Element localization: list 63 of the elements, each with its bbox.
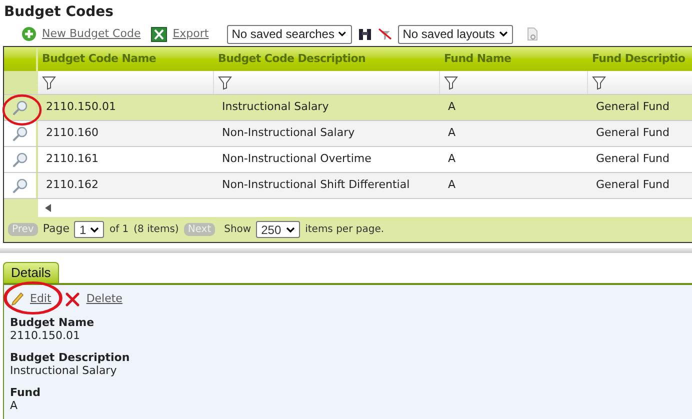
table-row[interactable]: 2110.160 Non-Instructional Salary A General Fund xyxy=(4,121,692,147)
field-label: Budget Name xyxy=(10,316,96,329)
filter-icon[interactable] xyxy=(218,76,232,90)
filter-icon[interactable] xyxy=(444,76,458,90)
delete-icon[interactable] xyxy=(65,292,80,306)
document-icon[interactable] xyxy=(526,27,538,41)
edit-link[interactable]: Edit xyxy=(30,290,52,308)
table-cell-text: General Fund xyxy=(595,151,670,168)
table-row[interactable]: 2110.162 Non-Instructional Shift Differential A General Fund xyxy=(4,173,692,199)
table-cell-text: A xyxy=(447,151,457,168)
saved-layouts-select[interactable]: No saved layouts xyxy=(398,24,513,44)
chevron-down-icon[interactable] xyxy=(286,226,296,232)
saved-searches-select[interactable]: No saved searches xyxy=(226,24,352,44)
table-cell-text: 2110.162 xyxy=(45,177,100,194)
field-value: A xyxy=(10,399,19,412)
filter-icon[interactable] xyxy=(592,76,606,90)
highlight-circle xyxy=(3,281,63,315)
row-indicator-cell xyxy=(4,71,38,94)
binoculars-icon[interactable] xyxy=(358,27,372,41)
table-cell-text: General Fund xyxy=(595,125,670,142)
table-cell-text: General Fund xyxy=(595,99,670,116)
item-count: (8 items) xyxy=(134,223,179,237)
table-cell-text: A xyxy=(447,177,457,194)
table-cell-text: Instructional Salary xyxy=(221,99,330,116)
magnifier-icon[interactable] xyxy=(12,126,28,142)
magnifier-icon[interactable] xyxy=(12,152,28,168)
table-cell-text: A xyxy=(447,125,457,142)
chevron-down-icon[interactable] xyxy=(90,226,100,232)
filter-icon[interactable] xyxy=(42,76,56,90)
show-label: Show xyxy=(224,223,252,237)
field-label: Fund xyxy=(10,386,42,399)
page-size-select[interactable]: 250 xyxy=(256,221,300,238)
spreadsheet-icon[interactable] xyxy=(150,26,167,42)
magnifier-icon[interactable] xyxy=(12,178,28,194)
scroll-left-icon[interactable] xyxy=(45,204,51,212)
field-value: Instructional Salary xyxy=(10,364,118,377)
items-per-page-label: items per page. xyxy=(305,223,384,237)
new-budget-code-link[interactable]: New Budget Code xyxy=(42,26,141,42)
table-cell-text: A xyxy=(447,99,457,116)
chevron-down-icon[interactable] xyxy=(338,31,347,37)
page-select[interactable]: 1 xyxy=(74,221,104,238)
table-row[interactable]: 2110.161 Non-Instructional Overtime A General Fund xyxy=(4,147,692,173)
details-tab[interactable]: Details xyxy=(3,262,59,283)
table-cell-text: Non-Instructional Shift Differential xyxy=(221,177,411,194)
table-cell-text: Non-Instructional Overtime xyxy=(221,151,372,168)
delete-link[interactable]: Delete xyxy=(86,290,122,308)
clear-filter-icon[interactable] xyxy=(378,27,392,41)
table-cell-text: 2110.150.01 xyxy=(45,99,117,116)
highlight-circle xyxy=(2,94,42,126)
page-title: Budget Codes xyxy=(3,3,114,22)
table-cell-text: Non-Instructional Salary xyxy=(221,125,356,142)
field-value: 2110.150.01 xyxy=(10,329,81,342)
table-cell-text: General Fund xyxy=(595,177,670,194)
chevron-down-icon[interactable] xyxy=(498,31,508,37)
table-row[interactable]: 2110.150.01 Instructional Salary A General Fund xyxy=(4,95,692,121)
pencil-icon[interactable] xyxy=(10,292,24,306)
field-label: Budget Description xyxy=(10,351,131,364)
table-cell-text: 2110.160 xyxy=(45,125,100,142)
page-label: Page xyxy=(42,221,70,238)
export-link[interactable]: Export xyxy=(172,26,209,42)
plus-icon[interactable] xyxy=(22,27,36,41)
page-count: of 1 xyxy=(109,223,129,237)
table-cell-text: 2110.161 xyxy=(45,151,100,168)
